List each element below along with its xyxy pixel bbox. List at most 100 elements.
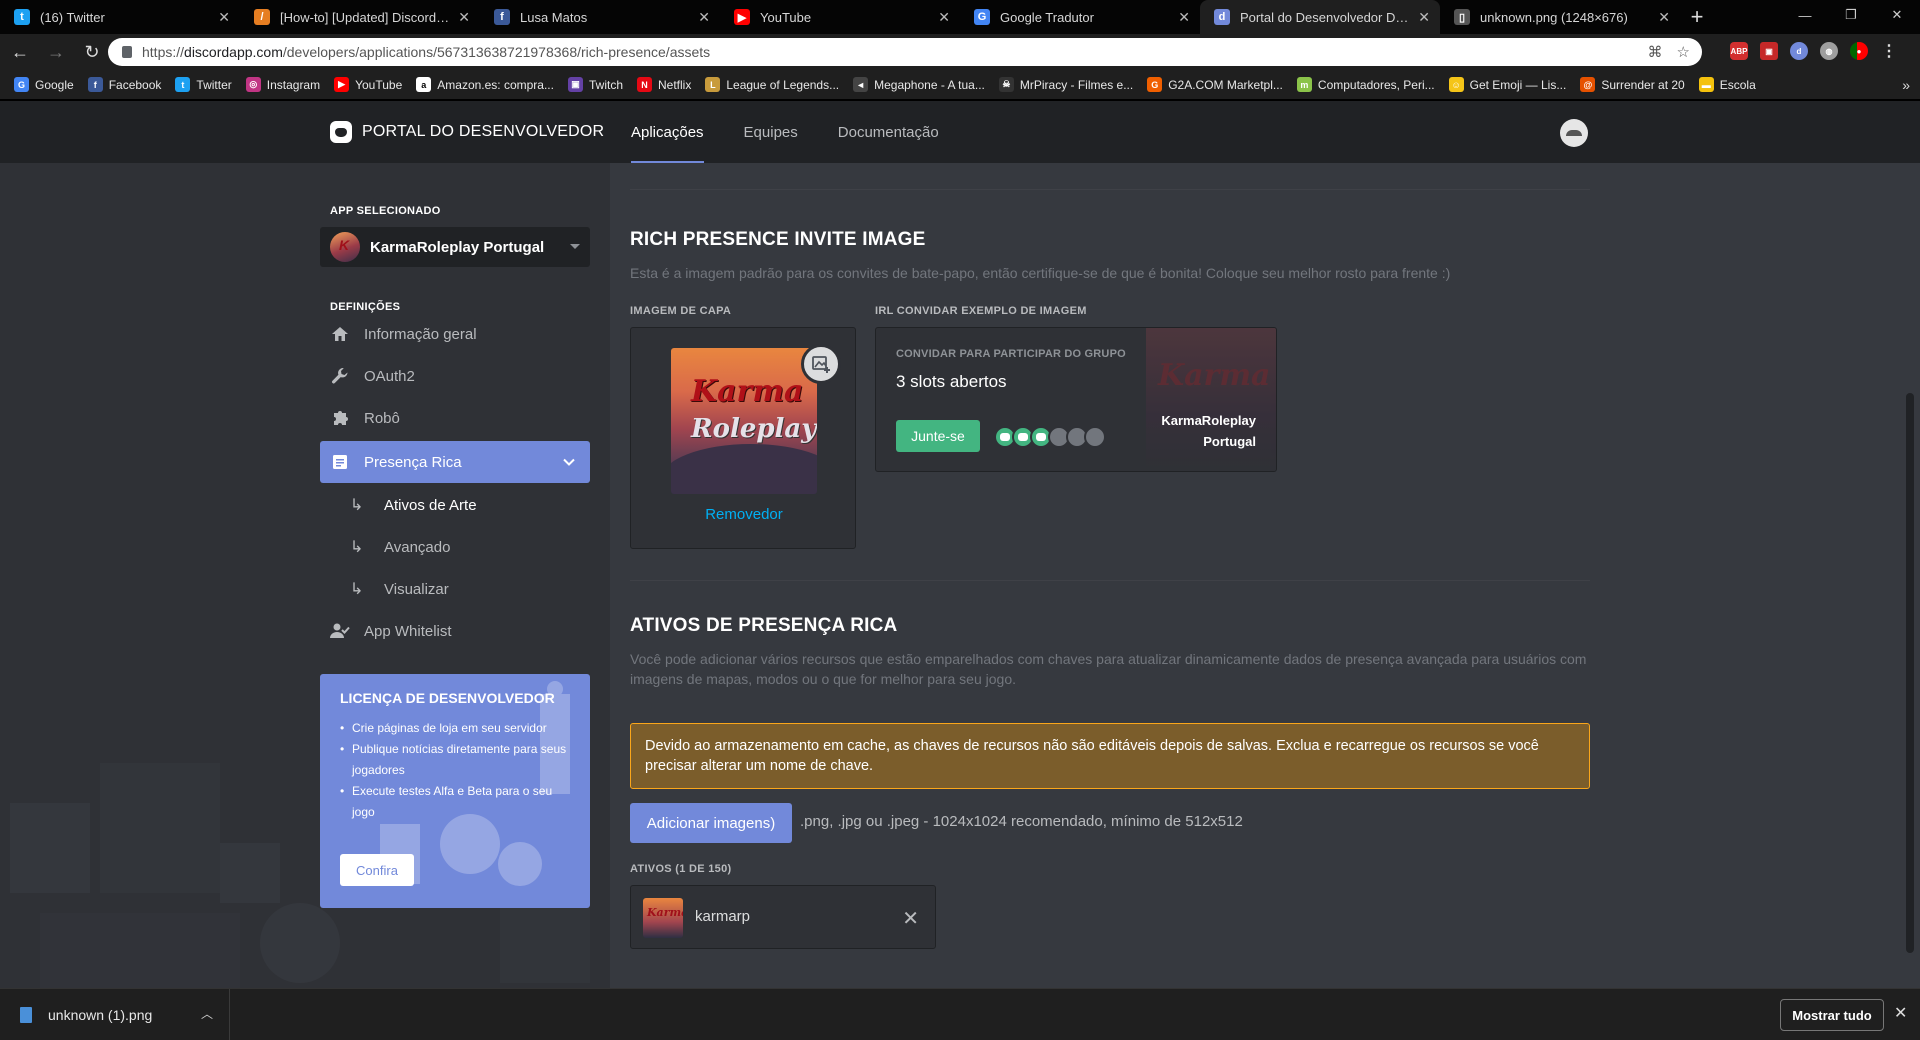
- url-path: /developers/applications/567313638721978…: [282, 44, 711, 60]
- chevron-up-icon[interactable]: ︿: [201, 1005, 213, 1022]
- close-icon[interactable]: ✕: [1418, 9, 1430, 26]
- bookmarks-more-icon[interactable]: »: [1902, 77, 1910, 93]
- license-bullets: Crie páginas de loja em seu servidor Pub…: [340, 718, 570, 823]
- sidebar-subitem-art-assets[interactable]: ↳ Ativos de Arte: [350, 488, 477, 522]
- minimize-button[interactable]: —: [1782, 0, 1828, 30]
- bookmark-item[interactable]: ☺ Get Emoji — Lis...: [1448, 77, 1566, 92]
- divider: [630, 189, 1590, 190]
- bookmark-label: Netflix: [658, 77, 692, 92]
- assets-description: Você pode adicionar vários recursos que …: [630, 651, 1587, 687]
- discord-extension-icon[interactable]: d: [1790, 42, 1808, 60]
- bookmark-favicon-icon: G: [1147, 77, 1163, 92]
- close-window-button[interactable]: ✕: [1874, 0, 1920, 30]
- address-bar[interactable]: https://discordapp.com/developers/applic…: [108, 38, 1702, 66]
- close-icon[interactable]: ✕: [902, 906, 919, 931]
- cover-image[interactable]: Karma Roleplay: [671, 348, 817, 494]
- bookmark-item[interactable]: ◄ Megaphone - A tua...: [853, 77, 985, 92]
- add-images-button[interactable]: Adicionar imagens): [630, 803, 792, 843]
- close-icon[interactable]: ✕: [1894, 1003, 1907, 1023]
- sidebar-item-oauth2[interactable]: OAuth2: [320, 355, 590, 397]
- bookmark-item[interactable]: ▣ Twitch: [567, 77, 623, 92]
- portal-nav-links: Aplicações Equipes Documentação: [631, 101, 979, 163]
- browser-tab[interactable]: ▶ YouTube ✕: [720, 0, 960, 34]
- bookmark-item[interactable]: G Google: [14, 77, 74, 92]
- translate-icon: G: [974, 9, 990, 25]
- close-icon[interactable]: ✕: [1658, 9, 1670, 26]
- nav-documentation[interactable]: Documentação: [838, 101, 939, 163]
- license-check-button[interactable]: Confira: [340, 854, 414, 886]
- sidebar-item-label: Robô: [364, 409, 400, 427]
- sidebar-item-general-info[interactable]: Informação geral: [320, 313, 590, 355]
- join-button[interactable]: Junte-se: [896, 420, 980, 452]
- invite-example-card: Karma CONVIDAR PARA PARTICIPAR DO GRUPO …: [875, 327, 1277, 472]
- bookmark-item[interactable]: a Amazon.es: compra...: [416, 77, 554, 92]
- facebook-icon: f: [494, 9, 510, 25]
- bookmark-label: Megaphone - A tua...: [874, 77, 985, 92]
- close-icon[interactable]: ✕: [458, 9, 470, 26]
- translate-icon[interactable]: ⌘: [1648, 43, 1663, 61]
- back-button[interactable]: ←: [4, 36, 36, 68]
- browser-tab-label: Lusa Matos: [520, 9, 588, 25]
- bookmark-label: Computadores, Peri...: [1317, 77, 1435, 92]
- reload-button[interactable]: ↻: [76, 36, 108, 68]
- close-icon[interactable]: ✕: [698, 9, 710, 26]
- show-all-downloads-button[interactable]: Mostrar tudo: [1780, 999, 1884, 1031]
- extension-globe-icon[interactable]: ◍: [1820, 42, 1838, 60]
- bookmark-star-icon[interactable]: ☆: [1677, 43, 1690, 61]
- bookmark-item[interactable]: N Netflix: [637, 77, 691, 92]
- sidebar-item-app-whitelist[interactable]: App Whitelist: [320, 610, 590, 652]
- settings-heading: DEFINIÇÕES: [330, 301, 401, 313]
- sidebar-subitem-label: Avançado: [384, 538, 451, 556]
- bookmark-item[interactable]: @ Surrender at 20: [1580, 77, 1685, 92]
- adblock-icon[interactable]: ABP: [1730, 42, 1748, 60]
- bookmark-item[interactable]: L League of Legends...: [705, 77, 839, 92]
- browser-tab[interactable]: G Google Tradutor ✕: [960, 0, 1200, 34]
- download-item[interactable]: unknown (1).png ︿: [0, 989, 230, 1040]
- bookmark-favicon-icon: N: [637, 77, 652, 92]
- wrench-icon: [330, 366, 350, 386]
- new-tab-button[interactable]: +: [1680, 0, 1714, 34]
- user-avatar[interactable]: [1560, 119, 1588, 147]
- close-icon[interactable]: ✕: [218, 9, 230, 26]
- bookmark-favicon-icon: L: [705, 77, 721, 92]
- portugal-flag-icon[interactable]: ●: [1850, 42, 1868, 60]
- browser-tab[interactable]: ▯ unknown.png (1248×676) ✕: [1440, 0, 1680, 34]
- browser-tab[interactable]: / [How-to] [Updated] Discord rich ✕: [240, 0, 480, 34]
- portal-brand[interactable]: PORTAL DO DESENVOLVEDOR: [330, 121, 604, 143]
- bookmark-item[interactable]: ☠ MrPiracy - Filmes e...: [998, 77, 1134, 92]
- sidebar-item-bot[interactable]: Robô: [320, 397, 590, 439]
- downloads-bar: unknown (1).png ︿ Mostrar tudo ✕: [0, 988, 1920, 1040]
- scrollbar[interactable]: [1906, 393, 1914, 953]
- nav-teams[interactable]: Equipes: [744, 101, 798, 163]
- bookmark-item[interactable]: ▬ Escola: [1698, 77, 1756, 92]
- bookmark-item[interactable]: m Computadores, Peri...: [1296, 77, 1435, 92]
- close-icon[interactable]: ✕: [1178, 9, 1190, 26]
- bookmark-item[interactable]: t Twitter: [175, 77, 232, 92]
- sidebar: APP SELECIONADO KarmaRoleplay Portugal D…: [0, 163, 610, 988]
- add-images-hint: .png, .jpg ou .jpeg - 1024x1024 recomend…: [800, 813, 1243, 830]
- sidebar-item-rich-presence[interactable]: Presença Rica: [320, 441, 590, 483]
- add-image-icon[interactable]: [801, 344, 841, 384]
- bookmark-item[interactable]: f Facebook: [87, 77, 161, 92]
- bookmark-item[interactable]: ◎ Instagram: [245, 77, 320, 92]
- sidebar-subitem-visualize[interactable]: ↳ Visualizar: [350, 572, 449, 606]
- invite-app-line: Portugal: [1203, 434, 1256, 449]
- forward-button[interactable]: →: [40, 36, 72, 68]
- extension-icon[interactable]: ▣: [1760, 42, 1778, 60]
- nav-applications[interactable]: Aplicações: [631, 101, 704, 163]
- browser-tab-label: [How-to] [Updated] Discord rich: [280, 9, 450, 25]
- bookmark-item[interactable]: G G2A.COM Marketpl...: [1147, 77, 1283, 92]
- file-icon: [20, 1007, 32, 1023]
- sidebar-subitem-advanced[interactable]: ↳ Avançado: [350, 530, 450, 564]
- invite-app-name: KarmaRoleplay Portugal: [1146, 410, 1256, 452]
- browser-tab[interactable]: d Portal do Desenvolvedor Discord ✕: [1200, 0, 1440, 34]
- app-selector[interactable]: KarmaRoleplay Portugal: [320, 227, 590, 267]
- restore-button[interactable]: ❐: [1828, 0, 1874, 30]
- bookmark-item[interactable]: ▶ YouTube: [334, 77, 402, 92]
- menu-icon[interactable]: ⋮: [1880, 42, 1898, 60]
- close-icon[interactable]: ✕: [938, 9, 950, 26]
- browser-tab[interactable]: f Lusa Matos ✕: [480, 0, 720, 34]
- browser-tab[interactable]: t (16) Twitter ✕: [0, 0, 240, 34]
- bookmark-label: MrPiracy - Filmes e...: [1019, 77, 1134, 92]
- remove-cover-link[interactable]: Removedor: [631, 506, 857, 523]
